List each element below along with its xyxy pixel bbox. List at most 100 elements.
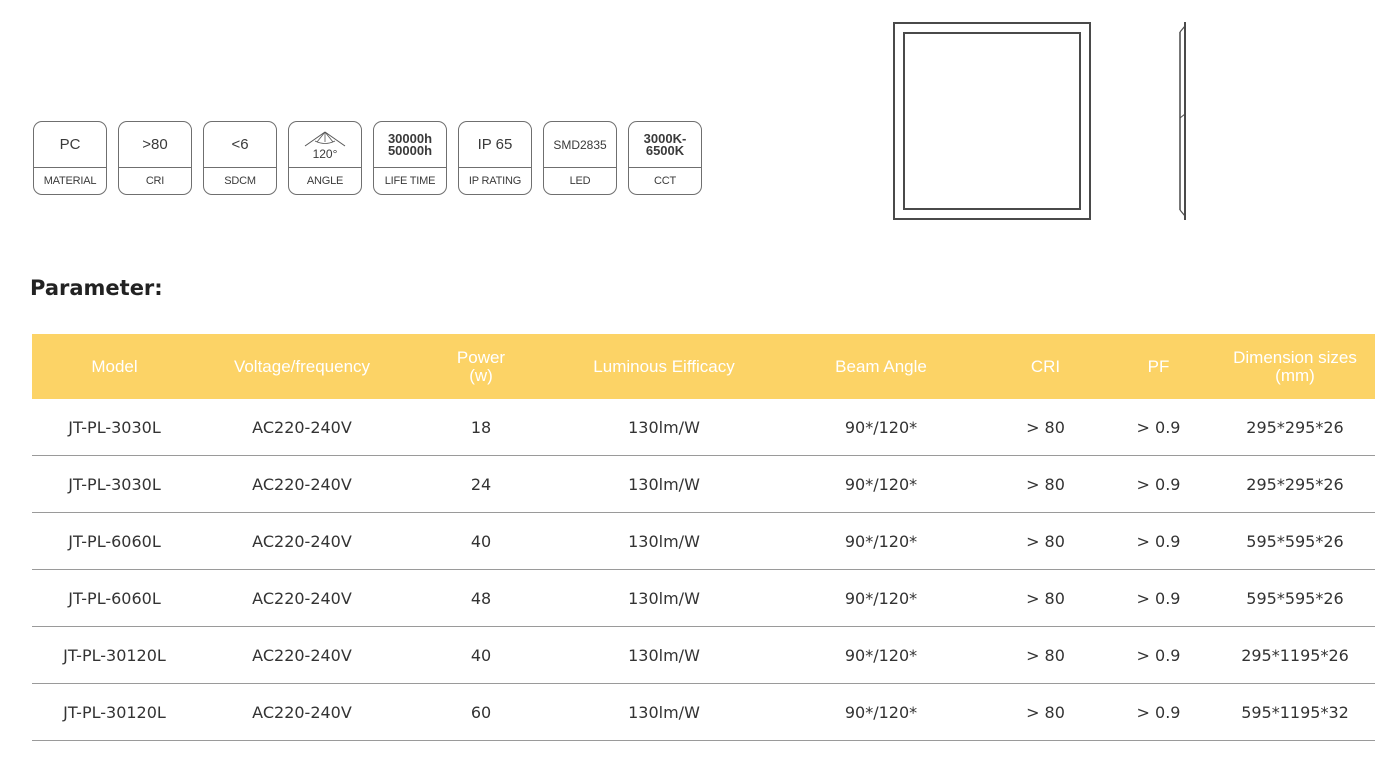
cct-badge: 3000K- 6500K CCT [628, 121, 702, 195]
header-efficacy: Luminous Eifficacy [593, 356, 735, 376]
lifetime-badge: 30000h 50000h LIFE TIME [373, 121, 447, 195]
angle-badge: 120° ANGLE [288, 121, 362, 195]
cell-voltage: AC220-240V [252, 531, 352, 551]
sdcm-value: <6 [204, 122, 276, 168]
cell-dimension: 595*1195*32 [1241, 702, 1349, 722]
cell-cri: > 80 [1026, 702, 1065, 722]
cell-model: JT-PL-30120L [63, 702, 166, 722]
sdcm-label: SDCM [224, 175, 256, 187]
cell-cri: > 80 [1026, 645, 1065, 665]
cell-voltage: AC220-240V [252, 474, 352, 494]
header-cri: CRI [1030, 356, 1061, 376]
lifetime-value-line2: 50000h [387, 142, 433, 158]
header-dimension-unit: (mm) [1275, 365, 1315, 385]
cell-model: JT-PL-6060L [68, 531, 161, 551]
cell-power: 60 [470, 702, 492, 722]
header-dimension-label: Dimension sizes [1233, 347, 1357, 367]
header-voltage: Voltage/frequency [233, 356, 371, 376]
cell-voltage: AC220-240V [252, 588, 352, 608]
header-power: Power (w) [407, 347, 555, 385]
table-row: JT-PL-30120L AC220-240V 60 130lm/W 90*/1… [32, 684, 1375, 741]
panel-front-view [893, 22, 1091, 220]
table-row: JT-PL-3030L AC220-240V 24 130lm/W 90*/12… [32, 456, 1375, 513]
table-row: JT-PL-6060L AC220-240V 40 130lm/W 90*/12… [32, 513, 1375, 570]
header-pf: PF [1147, 356, 1170, 376]
cell-model: JT-PL-30120L [63, 645, 166, 665]
cell-power: 40 [470, 531, 492, 551]
header-model: Model [91, 356, 138, 376]
feature-badges: PC MATERIAL >80 CRI <6 SDCM 120° ANGLE 3… [33, 121, 702, 195]
lifetime-label: LIFE TIME [384, 175, 436, 187]
material-badge: PC MATERIAL [33, 121, 107, 195]
angle-value: 120° [312, 146, 338, 161]
cell-dimension: 595*595*26 [1246, 531, 1344, 551]
cell-power: 18 [470, 417, 492, 437]
cct-value: 3000K- 6500K [629, 122, 701, 168]
cell-dimension: 295*1195*26 [1241, 645, 1349, 665]
cell-pf: > 0.9 [1136, 417, 1181, 437]
cell-pf: > 0.9 [1136, 474, 1181, 494]
table-row: JT-PL-3030L AC220-240V 18 130lm/W 90*/12… [32, 399, 1375, 456]
ip-rating-value: IP 65 [459, 122, 531, 168]
beam-angle-icon [304, 131, 346, 146]
cell-cri: > 80 [1026, 474, 1065, 494]
cell-power: 40 [470, 645, 492, 665]
header-power-unit: (w) [469, 365, 493, 385]
cell-beam-angle: 90*/120* [844, 531, 918, 551]
cri-value: >80 [119, 122, 191, 168]
material-value: PC [34, 122, 106, 168]
cell-voltage: AC220-240V [252, 702, 352, 722]
cell-model: JT-PL-3030L [68, 417, 161, 437]
lifetime-value: 30000h 50000h [374, 122, 446, 168]
cell-efficacy: 130lm/W [628, 417, 700, 437]
cct-label: CCT [653, 175, 676, 187]
cct-value-line2: 6500K [645, 142, 685, 158]
cell-pf: > 0.9 [1136, 531, 1181, 551]
section-title: Parameter: [30, 276, 163, 300]
parameter-table: Model Voltage/frequency Power (w) Lumino… [32, 334, 1375, 741]
header-dimension: Dimension sizes (mm) [1215, 347, 1375, 385]
cell-efficacy: 130lm/W [628, 474, 700, 494]
cell-efficacy: 130lm/W [628, 531, 700, 551]
cell-cri: > 80 [1026, 531, 1065, 551]
cell-beam-angle: 90*/120* [844, 702, 918, 722]
cell-efficacy: 130lm/W [628, 588, 700, 608]
led-badge: SMD2835 LED [543, 121, 617, 195]
table-row: JT-PL-30120L AC220-240V 40 130lm/W 90*/1… [32, 627, 1375, 684]
cell-cri: > 80 [1026, 588, 1065, 608]
cell-beam-angle: 90*/120* [844, 645, 918, 665]
cell-pf: > 0.9 [1136, 645, 1181, 665]
table-row: JT-PL-6060L AC220-240V 48 130lm/W 90*/12… [32, 570, 1375, 627]
cell-cri: > 80 [1026, 417, 1065, 437]
cell-power: 48 [470, 588, 492, 608]
cell-pf: > 0.9 [1136, 702, 1181, 722]
led-label: LED [569, 175, 591, 187]
ip-rating-label: IP RATING [468, 175, 522, 187]
ip-rating-badge: IP 65 IP RATING [458, 121, 532, 195]
header-beam-angle: Beam Angle [835, 356, 927, 376]
cell-model: JT-PL-6060L [68, 588, 161, 608]
sdcm-badge: <6 SDCM [203, 121, 277, 195]
cell-efficacy: 130lm/W [628, 702, 700, 722]
material-label: MATERIAL [43, 175, 97, 187]
cell-beam-angle: 90*/120* [844, 417, 918, 437]
table-header: Model Voltage/frequency Power (w) Lumino… [32, 334, 1375, 399]
cell-dimension: 295*295*26 [1246, 417, 1344, 437]
cell-dimension: 595*595*26 [1246, 588, 1344, 608]
cell-model: JT-PL-3030L [68, 474, 161, 494]
header-power-label: Power [456, 347, 506, 367]
cell-beam-angle: 90*/120* [844, 588, 918, 608]
cell-beam-angle: 90*/120* [844, 474, 918, 494]
cell-power: 24 [470, 474, 492, 494]
cell-efficacy: 130lm/W [628, 645, 700, 665]
cell-voltage: AC220-240V [252, 417, 352, 437]
cri-label: CRI [145, 175, 165, 187]
cri-badge: >80 CRI [118, 121, 192, 195]
cell-dimension: 295*295*26 [1246, 474, 1344, 494]
cell-voltage: AC220-240V [252, 645, 352, 665]
angle-value-area: 120° [289, 122, 361, 168]
cell-pf: > 0.9 [1136, 588, 1181, 608]
led-value: SMD2835 [544, 122, 616, 168]
angle-label: ANGLE [306, 175, 344, 187]
panel-side-view [1179, 22, 1186, 220]
